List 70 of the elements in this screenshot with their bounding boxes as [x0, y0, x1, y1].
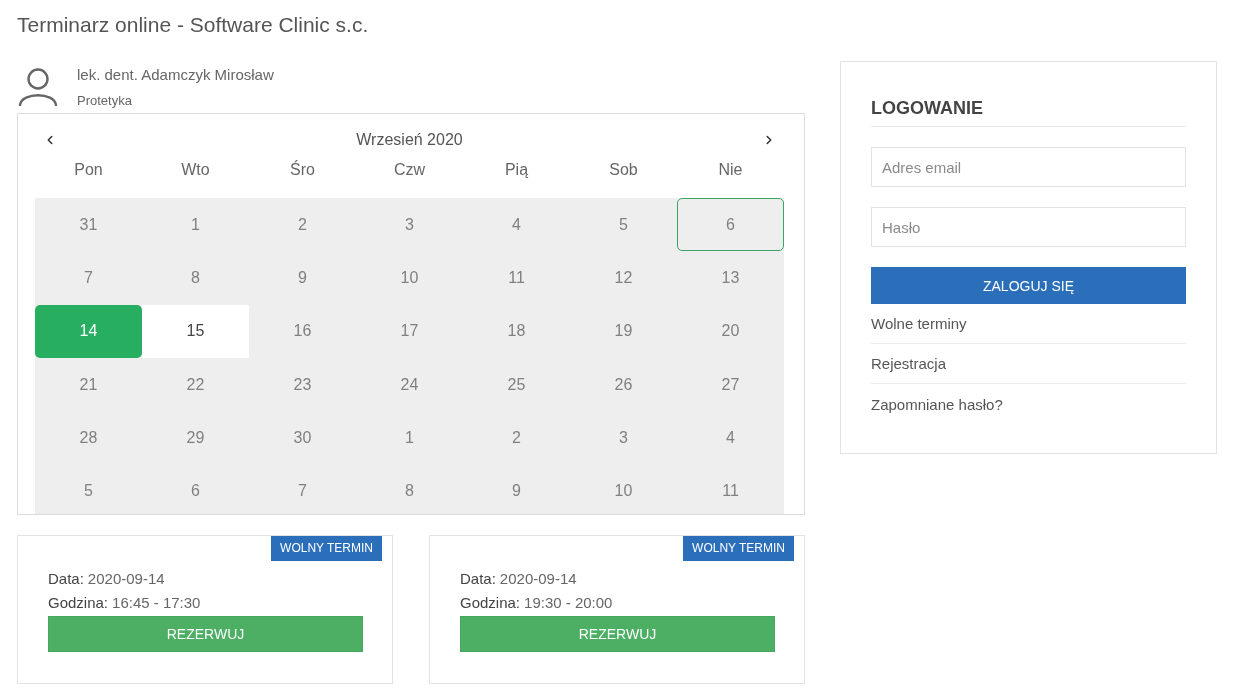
calendar-day: 20 [677, 304, 784, 358]
date-label: Data: [460, 569, 496, 589]
doctor-name: lek. dent. Adamczyk Mirosław [77, 65, 274, 85]
calendar-day: 21 [35, 357, 142, 412]
calendar-day: 1 [142, 198, 249, 252]
calendar-day: 10 [570, 464, 677, 514]
weekday-label: Nie [717, 160, 744, 180]
login-link[interactable]: Zapomniane hasło? [871, 395, 1003, 413]
calendar-day: 6 [142, 464, 249, 514]
doctor-specialty: Protetyka [77, 92, 132, 110]
calendar-day: 7 [249, 464, 356, 514]
month-label: Wrzesień 2020 [356, 130, 463, 150]
calendar-day: 3 [356, 198, 463, 252]
weekday-label: Czw [392, 160, 427, 180]
date-label: Data: [48, 569, 84, 589]
calendar-day: 25 [463, 357, 570, 412]
login-title: LOGOWANIE [871, 96, 1186, 127]
time-value: 16:45 - 17:30 [112, 593, 201, 613]
time-label: Godzina: [460, 593, 521, 613]
weekday-label: Sob [608, 160, 639, 180]
calendar-day: 31 [35, 198, 142, 252]
calendar-day: 6 [677, 198, 784, 252]
time-label: Godzina: [48, 593, 109, 613]
time-value: 19:30 - 20:00 [524, 593, 613, 613]
calendar-day: 5 [570, 198, 677, 252]
calendar-day: 5 [35, 464, 142, 514]
calendar-day: 11 [463, 251, 570, 305]
calendar-day: 18 [463, 304, 570, 358]
calendar-day: 13 [677, 251, 784, 305]
user-icon [18, 68, 58, 106]
calendar-day: 11 [677, 464, 784, 514]
calendar-day: 1 [356, 411, 463, 465]
calendar-day: 26 [570, 357, 677, 412]
date-value: 2020-09-14 [87, 569, 165, 589]
calendar-day: 28 [35, 411, 142, 465]
calendar-day: 9 [249, 251, 356, 305]
calendar-day: 4 [677, 411, 784, 465]
weekday-label: Wto [180, 160, 211, 180]
weekday-label: Śro [289, 159, 316, 180]
calendar-day: 23 [249, 357, 356, 412]
calendar-day: 17 [356, 304, 463, 358]
email-field[interactable]: Adres email [871, 147, 1186, 187]
calendar-day: 7 [35, 251, 142, 305]
date-value: 2020-09-14 [499, 569, 577, 589]
calendar-day: 12 [570, 251, 677, 305]
password-field[interactable]: Hasło [871, 207, 1186, 247]
calendar-day: 8 [142, 251, 249, 305]
login-button[interactable]: ZALOGUJ SIĘ [871, 267, 1186, 304]
calendar-day: 4 [463, 198, 570, 252]
calendar-day: 30 [249, 411, 356, 465]
calendar-day[interactable]: 15 [142, 304, 249, 358]
status-badge: WOLNY TERMIN [271, 536, 382, 561]
calendar-day: 2 [249, 198, 356, 252]
calendar-day: 16 [249, 304, 356, 358]
weekday-label: Pon [73, 160, 104, 180]
login-link[interactable]: Wolne terminy [871, 315, 967, 332]
calendar-day: 29 [142, 411, 249, 465]
calendar-day: 27 [677, 357, 784, 412]
calendar-day: 24 [356, 357, 463, 412]
calendar-day: 19 [570, 304, 677, 358]
calendar-day: 3 [570, 411, 677, 465]
calendar-day: 10 [356, 251, 463, 305]
status-badge: WOLNY TERMIN [683, 536, 794, 561]
calendar-day: 9 [463, 464, 570, 514]
calendar-day: 2 [463, 411, 570, 465]
calendar-day: 8 [356, 464, 463, 514]
calendar-day: 22 [142, 357, 249, 412]
page-title: Terminarz online - Software Clinic s.c. [17, 12, 369, 38]
weekday-label: Pią [503, 160, 530, 180]
login-link[interactable]: Rejestracja [871, 355, 947, 372]
